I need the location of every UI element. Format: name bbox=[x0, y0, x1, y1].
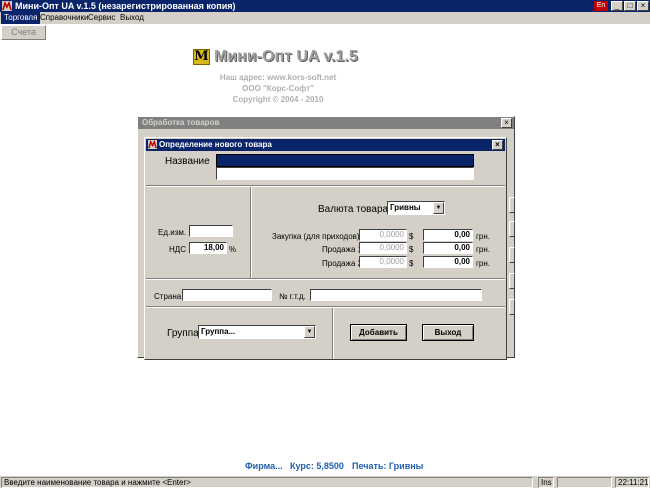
unit-input[interactable] bbox=[189, 225, 233, 237]
name-input[interactable] bbox=[216, 167, 474, 180]
chevron-down-icon[interactable]: ▼ bbox=[433, 202, 444, 214]
exit-button[interactable]: Выход bbox=[422, 324, 474, 341]
maximize-button[interactable]: □ bbox=[624, 1, 636, 11]
side-tab[interactable] bbox=[509, 273, 515, 289]
status-hint: Введите наименование товара и нажмите <E… bbox=[1, 477, 533, 488]
info-line: Фирма... Курс: 5,8500 Печать: Гривны bbox=[0, 461, 650, 473]
sale1-foreign-input[interactable]: 0,0000 bbox=[359, 242, 407, 254]
firm-link[interactable]: Фирма... bbox=[245, 461, 283, 471]
purchase-label: Закупка (для приходов) bbox=[272, 232, 360, 241]
exchange-rate[interactable]: Курс: 5,8500 bbox=[290, 461, 344, 471]
group-select[interactable]: Группа... ▼ bbox=[198, 325, 316, 339]
toolbar: Счета bbox=[0, 24, 650, 41]
app-logo: M bbox=[193, 49, 210, 65]
sale2-local-input[interactable]: 0,00 bbox=[423, 256, 473, 268]
dollar-symbol: $ bbox=[409, 232, 414, 241]
new-product-dialog: Определение нового товара × Название Ед.… bbox=[144, 137, 507, 360]
status-bar: Введите наименование товара и нажмите <E… bbox=[0, 476, 650, 488]
menu-bar: Торговля Справочники Сервис Выход bbox=[0, 12, 650, 24]
side-tab[interactable] bbox=[509, 197, 515, 213]
currency-value: Гривны bbox=[390, 203, 421, 212]
hryvnia-unit: грн. bbox=[476, 259, 491, 268]
side-tab[interactable] bbox=[509, 299, 515, 315]
side-tab[interactable] bbox=[509, 221, 515, 237]
sale1-label: Продажа 1 bbox=[322, 245, 363, 254]
country-label: Страна bbox=[154, 292, 182, 301]
app-title-bar: Мини-Опт UA v.1.5 (незарегистрированная … bbox=[0, 0, 650, 12]
sale1-local-input[interactable]: 0,00 bbox=[423, 242, 473, 254]
hryvnia-unit: грн. bbox=[476, 245, 491, 254]
divider bbox=[250, 187, 252, 280]
accounts-button[interactable]: Счета bbox=[1, 25, 46, 40]
dialog-close-button[interactable]: × bbox=[492, 140, 503, 150]
divider bbox=[146, 306, 505, 308]
status-mode: Ins bbox=[538, 477, 554, 488]
dialog-icon bbox=[148, 140, 157, 149]
name-input-selected[interactable] bbox=[216, 154, 474, 167]
brand-copyright: Copyright © 2004 - 2010 bbox=[232, 95, 324, 104]
app-icon bbox=[2, 1, 12, 11]
close-button[interactable]: × bbox=[637, 1, 649, 11]
customs-label: № г.т.д. bbox=[279, 292, 306, 301]
app-title: Мини-Опт UA v.1.5 (незарегистрированная … bbox=[15, 1, 236, 11]
add-button[interactable]: Добавить bbox=[350, 324, 407, 341]
name-label: Название bbox=[165, 156, 210, 167]
vat-input[interactable]: 18,00 bbox=[189, 242, 227, 254]
country-input[interactable] bbox=[182, 289, 272, 301]
status-empty bbox=[557, 477, 612, 488]
group-value: Группа... bbox=[201, 327, 236, 336]
currency-select[interactable]: Гривны ▼ bbox=[387, 201, 445, 215]
divider bbox=[146, 278, 505, 280]
print-currency[interactable]: Печать: Гривны bbox=[352, 461, 423, 471]
vat-label: НДС bbox=[169, 245, 186, 254]
chevron-down-icon[interactable]: ▼ bbox=[304, 326, 315, 338]
unit-label: Ед.изм. bbox=[158, 228, 187, 237]
side-tab[interactable] bbox=[509, 247, 515, 263]
brand-address: Наш адрес: www.kors-soft.net bbox=[219, 73, 337, 82]
language-indicator[interactable]: En bbox=[594, 1, 608, 11]
divider bbox=[332, 308, 334, 359]
brand-company: ООО "Корс-Софт" bbox=[242, 84, 314, 93]
purchase-local-input[interactable]: 0,00 bbox=[423, 229, 473, 241]
menu-references[interactable]: Справочники bbox=[37, 12, 91, 24]
customs-input[interactable] bbox=[310, 289, 482, 301]
minimize-button[interactable]: _ bbox=[611, 1, 623, 11]
dialog-title-bar: Определение нового товара × bbox=[146, 139, 505, 151]
menu-service[interactable]: Сервис bbox=[85, 12, 118, 24]
group-label: Группа bbox=[167, 328, 199, 339]
goods-processing-title: Обработка товаров bbox=[138, 117, 514, 129]
dollar-symbol: $ bbox=[409, 259, 414, 268]
hryvnia-unit: грн. bbox=[476, 232, 491, 241]
status-time: 22:11:21 bbox=[615, 477, 649, 488]
menu-exit[interactable]: Выход bbox=[117, 12, 147, 24]
sale2-foreign-input[interactable]: 0,0000 bbox=[359, 256, 407, 268]
menu-trade[interactable]: Торговля bbox=[1, 12, 41, 24]
dialog-title: Определение нового товара bbox=[159, 140, 272, 149]
vat-percent: % bbox=[229, 245, 237, 254]
sale2-label: Продажа 2 bbox=[322, 259, 363, 268]
goods-processing-close-button[interactable]: × bbox=[501, 118, 512, 128]
brand-title: Мини-Опт UA v.1.5 bbox=[214, 48, 358, 65]
divider bbox=[146, 185, 505, 187]
dollar-symbol: $ bbox=[409, 245, 414, 254]
currency-label: Валюта товара bbox=[318, 204, 389, 215]
purchase-foreign-input[interactable]: 0,0000 bbox=[359, 229, 407, 241]
